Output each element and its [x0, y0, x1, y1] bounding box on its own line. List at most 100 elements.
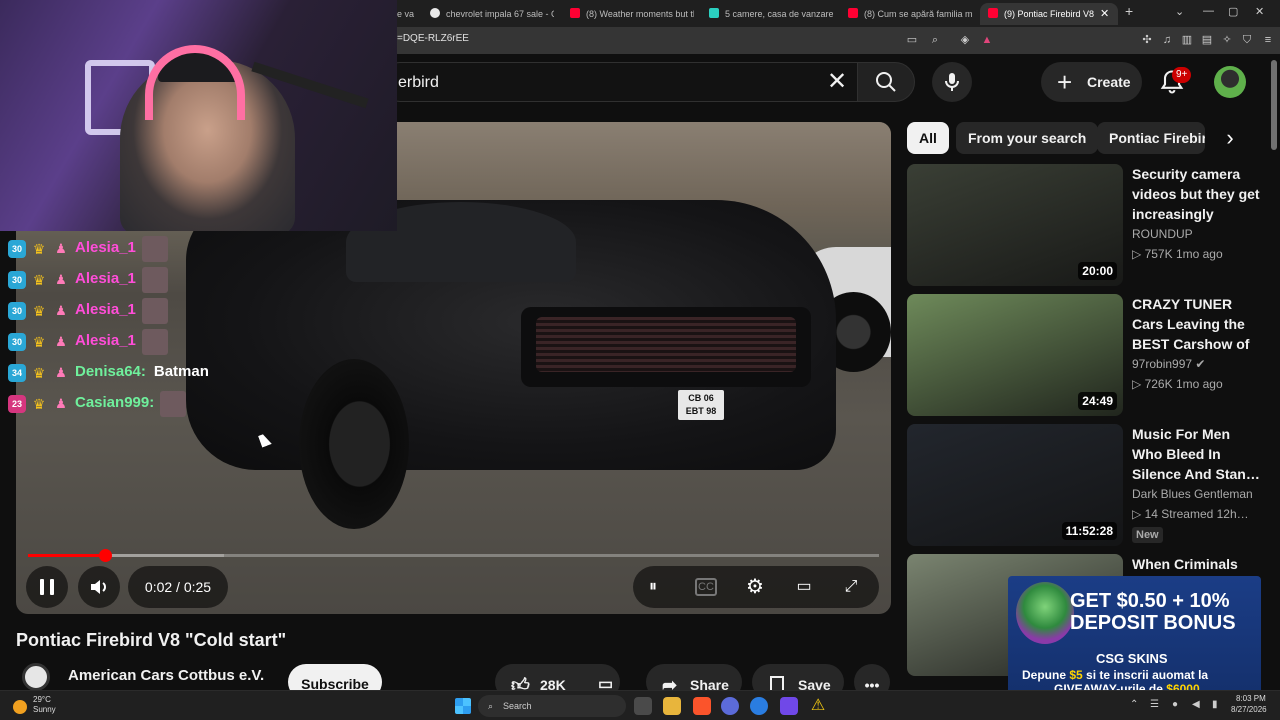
pause-button[interactable] [26, 566, 68, 608]
channel-name: 97robin997 [1132, 357, 1193, 371]
new-tab-button[interactable]: + [1125, 3, 1133, 19]
chip-all[interactable]: All [907, 122, 949, 154]
tab-label: (8) Weather moments but the [586, 9, 694, 19]
ad-headline: GET $0.50 + 10% [1070, 590, 1230, 612]
channel-name[interactable]: American Cars Cottbus e.V. [68, 667, 264, 684]
progress-bar[interactable] [28, 549, 879, 562]
leo-icon[interactable]: ✧ [1220, 33, 1234, 47]
video-thumbnail[interactable]: 20:00 [907, 164, 1123, 286]
settings-gear-icon[interactable]: ⚙ [743, 575, 767, 599]
voice-search-button[interactable] [932, 62, 972, 102]
chat-message: 30 ♛ ♟ Alesia_1 [8, 267, 268, 298]
browser-tab[interactable]: (8) Cum se apără familia mine [848, 3, 972, 25]
chat-username: Alesia_1 [75, 332, 136, 349]
video-thumbnail[interactable]: 24:49 [907, 294, 1123, 416]
chat-emote [160, 391, 187, 417]
battery-icon[interactable]: ▮ [1212, 699, 1218, 710]
recommended-video-title[interactable]: When Criminals [1132, 554, 1260, 574]
cast-icon[interactable]: ▭ [905, 33, 919, 47]
minimize-button[interactable]: — [1203, 5, 1214, 17]
chat-username: Alesia_1 [75, 270, 136, 287]
taskbar-clock[interactable]: 8:03 PM [1236, 694, 1266, 703]
recommended-video[interactable]: 20:00 Security camera videos but they get… [907, 164, 1267, 286]
badge-icon: ♟ [55, 272, 67, 287]
recommended-channel[interactable]: 97robin997 ✔ [1132, 357, 1205, 371]
recommended-meta: ▷ 726K 1mo ago [1132, 377, 1223, 391]
warning-icon[interactable]: ⚠ [809, 697, 827, 715]
clear-search-icon[interactable]: ✕ [827, 69, 847, 95]
recommended-video[interactable]: 24:49 CRAZY TUNER Cars Leaving the BEST C… [907, 294, 1267, 416]
browser-tab[interactable]: e va [397, 3, 415, 25]
weather-condition[interactable]: Sunny [33, 705, 56, 714]
maximize-button[interactable]: ▢ [1228, 5, 1238, 18]
channel-name: Dark Blues Gentleman [1132, 487, 1253, 501]
app-icon[interactable] [780, 697, 798, 715]
tab-label: e va [397, 9, 415, 19]
wallet-icon[interactable]: ▤ [1200, 33, 1214, 47]
browser-tab[interactable]: chevrolet impala 67 sale - Căut [430, 3, 554, 25]
tray-chevron-icon[interactable]: ⌃ [1130, 699, 1138, 710]
recommended-video-title[interactable]: Security camera videos but they get incr… [1132, 164, 1260, 224]
recommended-video[interactable]: 11:52:28 Music For Men Who Bleed In Silen… [907, 424, 1267, 546]
zoom-icon[interactable]: ⌕ [928, 33, 942, 47]
search-button[interactable] [857, 62, 915, 102]
vpn-icon[interactable]: ⛉ [1240, 33, 1254, 47]
chevron-right-icon[interactable]: › [1218, 126, 1242, 150]
close-tab-icon[interactable]: ✕ [1100, 3, 1109, 25]
progress-scrubber[interactable] [98, 549, 112, 562]
tab-label: (9) Pontiac Firebird V8 [1004, 9, 1095, 19]
video-thumbnail[interactable]: 11:52:28 [907, 424, 1123, 546]
crown-icon: ♛ [32, 303, 46, 319]
chat-username: Alesia_1 [75, 239, 136, 256]
weather-temperature[interactable]: 29°C [33, 695, 51, 704]
media-icon[interactable]: ♫ [1160, 33, 1174, 47]
autoplay-toggle-icon[interactable]: ⏸ [641, 575, 665, 599]
recommended-channel[interactable]: ROUNDUP [1132, 227, 1193, 241]
sidebar-icon[interactable]: ▥ [1180, 33, 1194, 47]
brave-shield-icon[interactable]: ◈ [958, 33, 972, 47]
subtitles-icon[interactable]: CC [695, 578, 717, 596]
page-scrollbar[interactable] [1271, 60, 1277, 150]
ad-mascot-image [1016, 582, 1074, 644]
theater-mode-icon[interactable]: ▭ [792, 575, 816, 599]
account-avatar[interactable] [1214, 66, 1246, 98]
brave-browser-icon[interactable] [693, 697, 711, 715]
recommended-channel[interactable]: Dark Blues Gentleman [1132, 487, 1253, 501]
extensions-icon[interactable]: ✣ [1140, 33, 1154, 47]
taskbar-date[interactable]: 8/27/2026 [1231, 705, 1267, 714]
channel-avatar[interactable] [22, 663, 50, 691]
speaker-icon[interactable]: ◀ [1192, 699, 1200, 710]
network-icon[interactable]: ☰ [1150, 699, 1159, 710]
close-window-button[interactable]: ✕ [1255, 5, 1264, 18]
chat-username: Alesia_1 [75, 301, 136, 318]
browser-tab[interactable]: 5 camere, casa de vanzare - Ili [709, 3, 833, 25]
volume-button[interactable] [78, 566, 120, 608]
menu-icon[interactable]: ≡ [1261, 33, 1275, 47]
browser-tab-active[interactable]: (9) Pontiac Firebird V8 ✕ [980, 3, 1118, 25]
taskbar-search-box[interactable]: ⌕ Search [478, 695, 626, 717]
app-icon[interactable] [750, 697, 768, 715]
subscriber-badge: 30 [8, 302, 26, 320]
chat-message: 30 ♛ ♟ Alesia_1 [8, 236, 268, 267]
microphone-icon [945, 73, 959, 91]
chip-from-your-search[interactable]: From your search [956, 122, 1099, 154]
chip-pontiac-firebird[interactable]: Pontiac Firebird [1097, 122, 1205, 154]
recommended-video-title[interactable]: Music For Men Who Bleed In Silence And S… [1132, 424, 1260, 484]
microphone-icon[interactable]: ● [1172, 699, 1178, 710]
youtube-icon [988, 8, 998, 18]
url-text[interactable]: =DQE-RLZ6rEE [397, 33, 469, 44]
rewards-icon[interactable]: ▲ [980, 33, 994, 47]
create-button[interactable]: + Create [1041, 62, 1142, 102]
recommended-meta: ▷ 757K 1mo ago [1132, 247, 1223, 261]
views-icon: ▷ [1132, 247, 1142, 261]
badge-icon: ♟ [55, 241, 67, 256]
app-icon[interactable] [721, 697, 739, 715]
recommended-video-title[interactable]: CRAZY TUNER Cars Leaving the BEST Carsho… [1132, 294, 1260, 354]
tab-list-icon[interactable]: ⌄ [1175, 5, 1184, 18]
task-view-icon[interactable] [634, 697, 652, 715]
browser-tab[interactable]: (8) Weather moments but the [570, 3, 694, 25]
file-explorer-icon[interactable] [663, 697, 681, 715]
fullscreen-icon[interactable]: ⤢ [839, 575, 863, 599]
windows-start-icon[interactable] [455, 698, 471, 714]
search-input[interactable]: erbird ✕ [380, 62, 860, 102]
